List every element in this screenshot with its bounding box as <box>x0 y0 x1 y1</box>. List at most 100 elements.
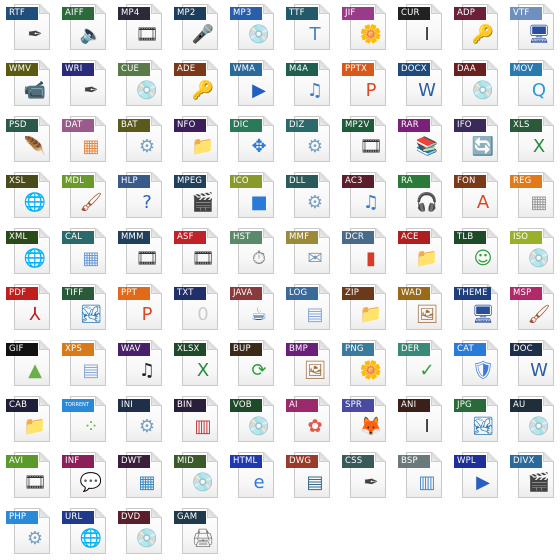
file-icon-wad[interactable]: 🖼 WAD <box>392 280 448 336</box>
file-type-label: IFO <box>454 119 486 132</box>
file-icon-wri[interactable]: ✒ WRI <box>56 56 112 112</box>
file-icon-wpl[interactable]: ▶ WPL <box>448 448 504 504</box>
file-icon-wma[interactable]: ▶ WMA <box>224 56 280 112</box>
file-icon-ade[interactable]: 🔑 ADE <box>168 56 224 112</box>
file-icon-divx[interactable]: 🎬 DIVX <box>504 448 560 504</box>
file-type-label: DOCX <box>398 63 430 76</box>
file-icon-wav[interactable]: ♫ WAV <box>112 336 168 392</box>
file-icon-dwt[interactable]: ▦ DWT <box>112 448 168 504</box>
file-icon-cue[interactable]: 💿 CUE <box>112 56 168 112</box>
file-icon-inf[interactable]: 💬 INF <box>56 448 112 504</box>
file-icon-diz[interactable]: ⚙ DIZ <box>280 112 336 168</box>
file-icon-ace[interactable]: 📁 ACE <box>392 224 448 280</box>
file-icon-hlp[interactable]: ? HLP <box>112 168 168 224</box>
file-type-label: CAT <box>454 343 486 356</box>
file-icon-mp3[interactable]: 💿 MP3 <box>224 0 280 56</box>
file-icon-tiff[interactable]: 🏞 TIFF <box>56 280 112 336</box>
file-icon-der[interactable]: ✓ DER <box>392 336 448 392</box>
file-icon-fon[interactable]: A FON <box>448 168 504 224</box>
file-icon-php[interactable]: ⚙ PHP <box>0 504 56 560</box>
file-icon-aiff[interactable]: 🔈 AIFF <box>56 0 112 56</box>
file-icon-ico[interactable]: ■ ICO <box>224 168 280 224</box>
file-icon-dat[interactable]: ▦ DAT <box>56 112 112 168</box>
file-icon-hst[interactable]: ⏱ HST <box>224 224 280 280</box>
file-icon-au[interactable]: 💿 AU <box>504 392 560 448</box>
file-icon-gif[interactable]: ▲ GIF <box>0 336 56 392</box>
file-icon-mmm[interactable]: 🎞 MMM <box>112 224 168 280</box>
file-icon-nfo[interactable]: 📁 NFO <box>168 112 224 168</box>
file-icon-html[interactable]: e HTML <box>224 448 280 504</box>
file-type-label: MMM <box>118 231 150 244</box>
file-icon-css[interactable]: ✒ CSS <box>336 448 392 504</box>
file-icon-bsp[interactable]: ▥ BSP <box>392 448 448 504</box>
file-icon-rtf[interactable]: ✒ RTF <box>0 0 56 56</box>
film-reel-icon: 🎬 <box>527 472 551 493</box>
file-icon-ppt[interactable]: P PPT <box>112 280 168 336</box>
file-icon-theme[interactable]: 🖥 THEME <box>448 280 504 336</box>
file-icon-msp[interactable]: 🖌 MSP <box>504 280 560 336</box>
file-icon-txt[interactable]: 0 TXT <box>168 280 224 336</box>
file-icon-xlsx[interactable]: X XLSX <box>168 336 224 392</box>
file-icon-m4a[interactable]: ♫ M4A <box>280 56 336 112</box>
file-type-label: VTF <box>510 7 542 20</box>
file-icon-doc[interactable]: W DOC <box>504 336 560 392</box>
file-icon-dcr[interactable]: ▮ DCR <box>336 224 392 280</box>
file-icon-mpeg[interactable]: 🎬 MPEG <box>168 168 224 224</box>
file-icon-ani[interactable]: I ANI <box>392 392 448 448</box>
file-icon-xls[interactable]: X XLS <box>504 112 560 168</box>
file-icon-mp2[interactable]: 🎤 MP2 <box>168 0 224 56</box>
file-icon-bin[interactable]: ▥ BIN <box>168 392 224 448</box>
file-icon-java[interactable]: ☕ JAVA <box>224 280 280 336</box>
file-icon-ifo[interactable]: 🔄 IFO <box>448 112 504 168</box>
file-icon-xml[interactable]: 🌐 XML <box>0 224 56 280</box>
file-icon-cur[interactable]: I CUR <box>392 0 448 56</box>
file-icon-pdf[interactable]: ⅄ PDF <box>0 280 56 336</box>
file-icon-mid[interactable]: 💿 MID <box>168 448 224 504</box>
file-icon-png[interactable]: 🌼 PNG <box>336 336 392 392</box>
file-icon-bup[interactable]: ⟳ BUP <box>224 336 280 392</box>
file-icon-mdl[interactable]: 🖌 MDL <box>56 168 112 224</box>
file-icon-vob[interactable]: 💿 VOB <box>224 392 280 448</box>
file-icon-dll[interactable]: ⚙ DLL <box>280 168 336 224</box>
file-icon-dvd[interactable]: 💿 DVD <box>112 504 168 560</box>
file-icon-wmv[interactable]: 📹 WMV <box>0 56 56 112</box>
file-icon-daa[interactable]: 💿 DAA <box>448 56 504 112</box>
file-icon-pptx[interactable]: P PPTX <box>336 56 392 112</box>
file-icon-reg[interactable]: ▦ REG <box>504 168 560 224</box>
file-icon-rar[interactable]: 📚 RAR <box>392 112 448 168</box>
file-icon-url[interactable]: 🌐 URL <box>56 504 112 560</box>
file-icon-bmp[interactable]: 🖼 BMP <box>280 336 336 392</box>
file-icon-ttf[interactable]: T TTF <box>280 0 336 56</box>
file-icon-cal[interactable]: ▦ CAL <box>56 224 112 280</box>
file-icon-dic[interactable]: ✥ DIC <box>224 112 280 168</box>
file-icon-mp4[interactable]: 🎞 MP4 <box>112 0 168 56</box>
file-icon-dwg[interactable]: ▤ DWG <box>280 448 336 504</box>
file-icon-ini[interactable]: ⚙ INI <box>112 392 168 448</box>
file-icon-docx[interactable]: W DOCX <box>392 56 448 112</box>
file-icon-torrent[interactable]: ⁘ TORRENT <box>56 392 112 448</box>
file-icon-asf[interactable]: 🎞 ASF <box>168 224 224 280</box>
file-icon-xps[interactable]: ▤ XPS <box>56 336 112 392</box>
file-icon-ra[interactable]: 🎧 RA <box>392 168 448 224</box>
file-icon-spr[interactable]: 🦊 SPR <box>336 392 392 448</box>
file-icon-vtf[interactable]: 🖥 VTF <box>504 0 560 56</box>
file-icon-mp2v[interactable]: 🎞 MP2V <box>336 112 392 168</box>
file-icon-bat[interactable]: ⚙ BAT <box>112 112 168 168</box>
file-icon-ac3[interactable]: ♫ AC3 <box>336 168 392 224</box>
file-icon-log[interactable]: ▤ LOG <box>280 280 336 336</box>
file-icon-jif[interactable]: 🌼 JIF <box>336 0 392 56</box>
file-icon-gam[interactable]: 🖨 GAM <box>168 504 224 560</box>
file-icon-avi[interactable]: 🎞 AVI <box>0 448 56 504</box>
file-icon-mmf[interactable]: ✉ MMF <box>280 224 336 280</box>
file-icon-jpg[interactable]: 🏞 JPG <box>448 392 504 448</box>
file-icon-xsl[interactable]: 🌐 XSL <box>0 168 56 224</box>
file-icon-tlb[interactable]: ☺ TLB <box>448 224 504 280</box>
file-icon-adp[interactable]: 🔑 ADP <box>448 0 504 56</box>
file-icon-ai[interactable]: ✿ AI <box>280 392 336 448</box>
file-icon-iso[interactable]: 💿 ISO <box>504 224 560 280</box>
file-icon-cat[interactable]: 🛡 CAT <box>448 336 504 392</box>
file-icon-mov[interactable]: Q MOV <box>504 56 560 112</box>
file-icon-cab[interactable]: 📁 CAB <box>0 392 56 448</box>
file-icon-psd[interactable]: 🪶 PSD <box>0 112 56 168</box>
file-icon-zip[interactable]: 📁 ZIP <box>336 280 392 336</box>
